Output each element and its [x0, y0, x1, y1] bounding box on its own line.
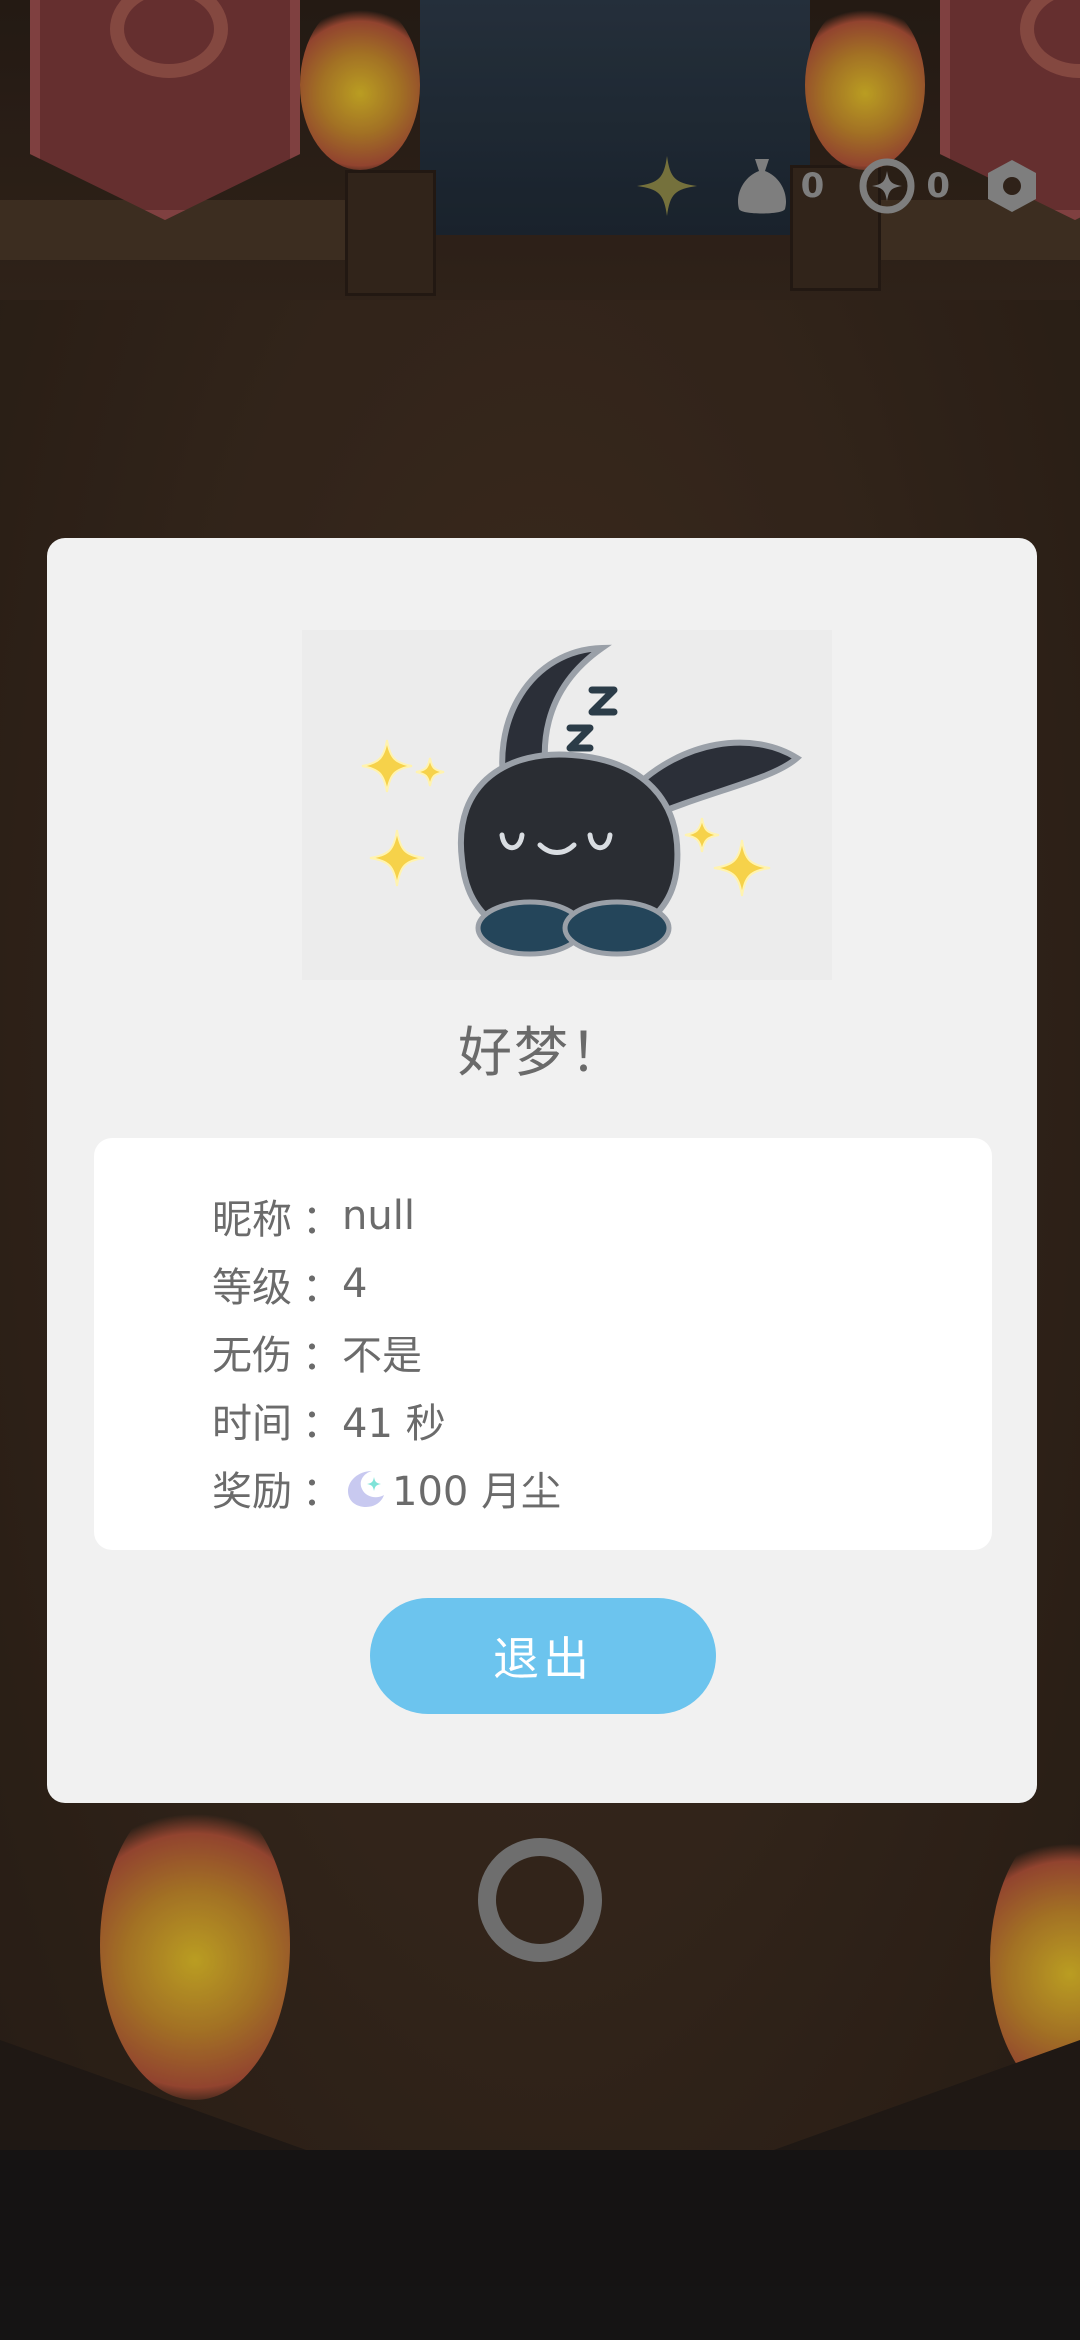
info-row-level: 等级 ： 4 [212, 1250, 561, 1318]
time-value: 41 秒 [342, 1401, 446, 1447]
info-row-time: 时间 ： 41 秒 [212, 1386, 561, 1454]
dialog-title: 好梦！ [458, 1021, 626, 1084]
time-separator: ： [302, 1401, 342, 1447]
info-row-reward: 奖励 ： 100 月尘 [212, 1454, 561, 1522]
no-damage-label: 无伤 [212, 1333, 292, 1379]
level-separator: ： [302, 1265, 342, 1311]
result-dialog: 好梦！ 昵称 ： null 等级 ： 4 无伤 ： 不是 时间 ： 41 秒 奖… [47, 538, 1037, 1803]
reward-value: 100 月尘 [392, 1469, 562, 1515]
level-value: 4 [342, 1261, 368, 1307]
sleeping-rabbit-illustration [302, 630, 832, 980]
exit-button[interactable]: 退出 [370, 1598, 716, 1714]
time-label: 时间 [212, 1401, 292, 1447]
moon-dust-icon [348, 1471, 384, 1507]
nickname-separator: ： [302, 1197, 342, 1243]
reward-separator: ： [302, 1469, 342, 1515]
info-row-nickname: 昵称 ： null [212, 1182, 561, 1250]
action-ring-button[interactable] [478, 1838, 602, 1962]
no-damage-value: 不是 [342, 1333, 422, 1379]
level-label: 等级 [212, 1265, 292, 1311]
reward-label: 奖励 [212, 1469, 292, 1515]
result-info-card: 昵称 ： null 等级 ： 4 无伤 ： 不是 时间 ： 41 秒 奖励 ： [94, 1138, 992, 1550]
nickname-value: null [342, 1193, 415, 1239]
no-damage-separator: ： [302, 1333, 342, 1379]
nickname-label: 昵称 [212, 1197, 292, 1243]
info-row-no-damage: 无伤 ： 不是 [212, 1318, 561, 1386]
result-info-list: 昵称 ： null 等级 ： 4 无伤 ： 不是 时间 ： 41 秒 奖励 ： [212, 1182, 561, 1522]
